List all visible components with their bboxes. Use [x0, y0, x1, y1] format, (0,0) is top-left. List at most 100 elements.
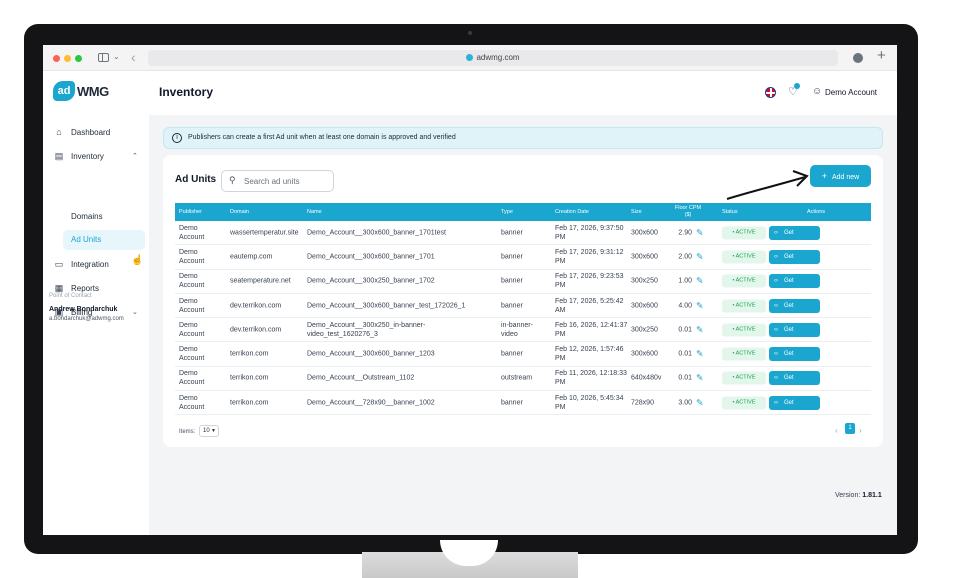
cell-size: 640x480v [631, 374, 662, 382]
code-icon: ‹› [774, 278, 778, 285]
pencil-icon[interactable]: ✎ [696, 227, 704, 238]
table-row: Demo Account dev.terrikon.com Demo_Accou… [175, 294, 871, 319]
current-page-button[interactable]: 1 [845, 423, 855, 434]
cell-domain: dev.terrikon.com [230, 326, 282, 334]
table-header: Publisher Domain Name Type Creation Date… [175, 203, 871, 221]
contact-label: Point of Contact [49, 293, 92, 299]
cell-floor-cpm: 2.00 [678, 253, 692, 261]
back-arrow-icon[interactable]: ‹ [131, 49, 136, 65]
next-page-button[interactable]: › [859, 426, 862, 435]
sidebar-subitem-domains[interactable]: Domains [71, 212, 103, 221]
cell-type: banner [501, 302, 523, 310]
column-header-domain[interactable]: Domain [230, 203, 249, 221]
prev-page-button[interactable]: ‹ [835, 426, 838, 435]
column-header-name[interactable]: Name [307, 203, 322, 221]
arrow-annotation-icon [726, 170, 809, 200]
column-header-publisher[interactable]: Publisher [179, 203, 202, 221]
status-badge: • ACTIVE [722, 347, 766, 361]
version-value: 1.81.1 [862, 492, 882, 499]
column-header-type[interactable]: Type [501, 203, 513, 221]
cell-name: Demo_Account__300x600_banner_test_172026… [307, 302, 466, 310]
logo-text: WMG [77, 83, 109, 99]
column-header-size[interactable]: Size [631, 203, 642, 221]
table-row: Demo Account dev.terrikon.com Demo_Accou… [175, 318, 871, 343]
cell-type: in-banner-video [501, 321, 533, 338]
cell-floor-cpm: 0.01 [678, 374, 692, 382]
get-code-button[interactable]: ‹› Get [769, 371, 820, 386]
search-box[interactable]: ⚲ [221, 170, 334, 192]
code-icon: ‹› [774, 253, 778, 260]
chevron-down-icon[interactable]: ⌄ [113, 52, 120, 61]
version-info: Version: 1.81.1 [835, 492, 882, 499]
uk-flag-icon[interactable] [765, 87, 776, 98]
browser-toolbar: ⌄ ‹ adwmg.com + [43, 45, 897, 71]
screen: ⌄ ‹ adwmg.com + ad WMG Inventory ♡ ☺ Dem… [43, 45, 897, 535]
report-icon: ▦ [54, 282, 64, 293]
sidebar-item-dashboard[interactable]: ⌂ Dashboard [43, 122, 149, 142]
status-badge: • ACTIVE [722, 299, 766, 313]
chevron-down-icon: ⌄ [132, 309, 138, 316]
get-code-button[interactable]: ‹› Get [769, 322, 820, 337]
get-label: Get [784, 253, 794, 260]
cell-domain: terrikon.com [230, 350, 269, 358]
pencil-icon[interactable]: ✎ [696, 251, 704, 262]
pencil-icon[interactable]: ✎ [696, 373, 704, 384]
get-code-button[interactable]: ‹› Get [769, 395, 820, 410]
app-header: ad WMG Inventory ♡ ☺ Demo Account [43, 71, 897, 115]
info-banner-text: Publishers can create a first Ad unit wh… [188, 134, 456, 141]
cell-type: banner [501, 253, 523, 261]
sidebar-subitem-ad-units[interactable]: Ad Units [63, 230, 145, 250]
get-code-button[interactable]: ‹› Get [769, 225, 820, 240]
add-new-button[interactable]: + Add new [810, 165, 871, 187]
get-code-button[interactable]: ‹› Get [769, 347, 820, 362]
cell-name: Demo_Account__Outstream_1102 [307, 374, 415, 382]
user-icon[interactable]: ☺ [812, 86, 822, 97]
address-bar[interactable]: adwmg.com [148, 50, 838, 66]
minimize-window-button[interactable] [64, 55, 71, 62]
cell-name: Demo_Account__300x600_banner_1203 [307, 350, 435, 358]
favicon-icon [466, 54, 474, 61]
new-tab-icon[interactable]: + [877, 47, 886, 64]
card-title: Ad Units [175, 174, 217, 185]
pencil-icon[interactable]: ✎ [696, 349, 704, 360]
table-row: Demo Account terrikon.com Demo_Account__… [175, 342, 871, 367]
pencil-icon[interactable]: ✎ [696, 324, 704, 335]
pencil-icon[interactable]: ✎ [696, 397, 704, 408]
sidebar-toggle-icon[interactable] [98, 53, 109, 62]
logo[interactable]: ad WMG [53, 81, 109, 101]
cell-publisher: Demo Account [179, 321, 205, 338]
table-row: Demo Account seatemperature.net Demo_Acc… [175, 270, 871, 294]
status-badge: • ACTIVE [722, 323, 766, 337]
webcam [468, 31, 472, 35]
close-window-button[interactable] [53, 55, 60, 62]
pencil-icon[interactable]: ✎ [696, 276, 704, 287]
cell-floor-cpm: 1.00 [678, 277, 692, 285]
cell-creation-date: Feb 17, 2026, 9:31:12 PM [555, 248, 624, 265]
get-code-button[interactable]: ‹› Get [769, 274, 820, 289]
column-header-status[interactable]: Status [722, 203, 738, 221]
cell-creation-date: Feb 16, 2026, 12:41:37 PM [555, 321, 628, 338]
pencil-icon[interactable]: ✎ [696, 300, 704, 311]
get-code-button[interactable]: ‹› Get [769, 298, 820, 313]
contact-email[interactable]: a.bondarchuk@adwmg.com [49, 316, 124, 322]
contact-name: Andrew Bondarchuk [49, 306, 118, 313]
extension-icon[interactable] [853, 53, 863, 63]
chevron-up-icon: ⌃ [132, 153, 138, 160]
items-per-page-select[interactable]: 10 ▼ [199, 425, 219, 437]
cell-publisher: Demo Account [179, 346, 205, 363]
get-label: Get [784, 278, 794, 285]
cell-publisher: Demo Account [179, 224, 205, 241]
cell-creation-date: Feb 17, 2026, 9:23:53 PM [555, 273, 624, 290]
maximize-window-button[interactable] [75, 55, 82, 62]
search-input[interactable] [244, 174, 332, 188]
items-per-page-label: Items: [179, 429, 196, 435]
account-name[interactable]: Demo Account [825, 88, 877, 97]
get-label: Get [784, 229, 794, 236]
cell-floor-cpm: 0.01 [678, 350, 692, 358]
column-header-floor-cpm[interactable]: Floor CPM ($) [673, 205, 703, 219]
column-header-creation-date[interactable]: Creation Date [555, 203, 589, 221]
box-icon: ▤ [54, 150, 64, 161]
get-code-button[interactable]: ‹› Get [769, 249, 820, 264]
code-icon: ‹› [774, 351, 778, 358]
sidebar-item-inventory[interactable]: ▤ Inventory ⌃ [43, 146, 149, 166]
